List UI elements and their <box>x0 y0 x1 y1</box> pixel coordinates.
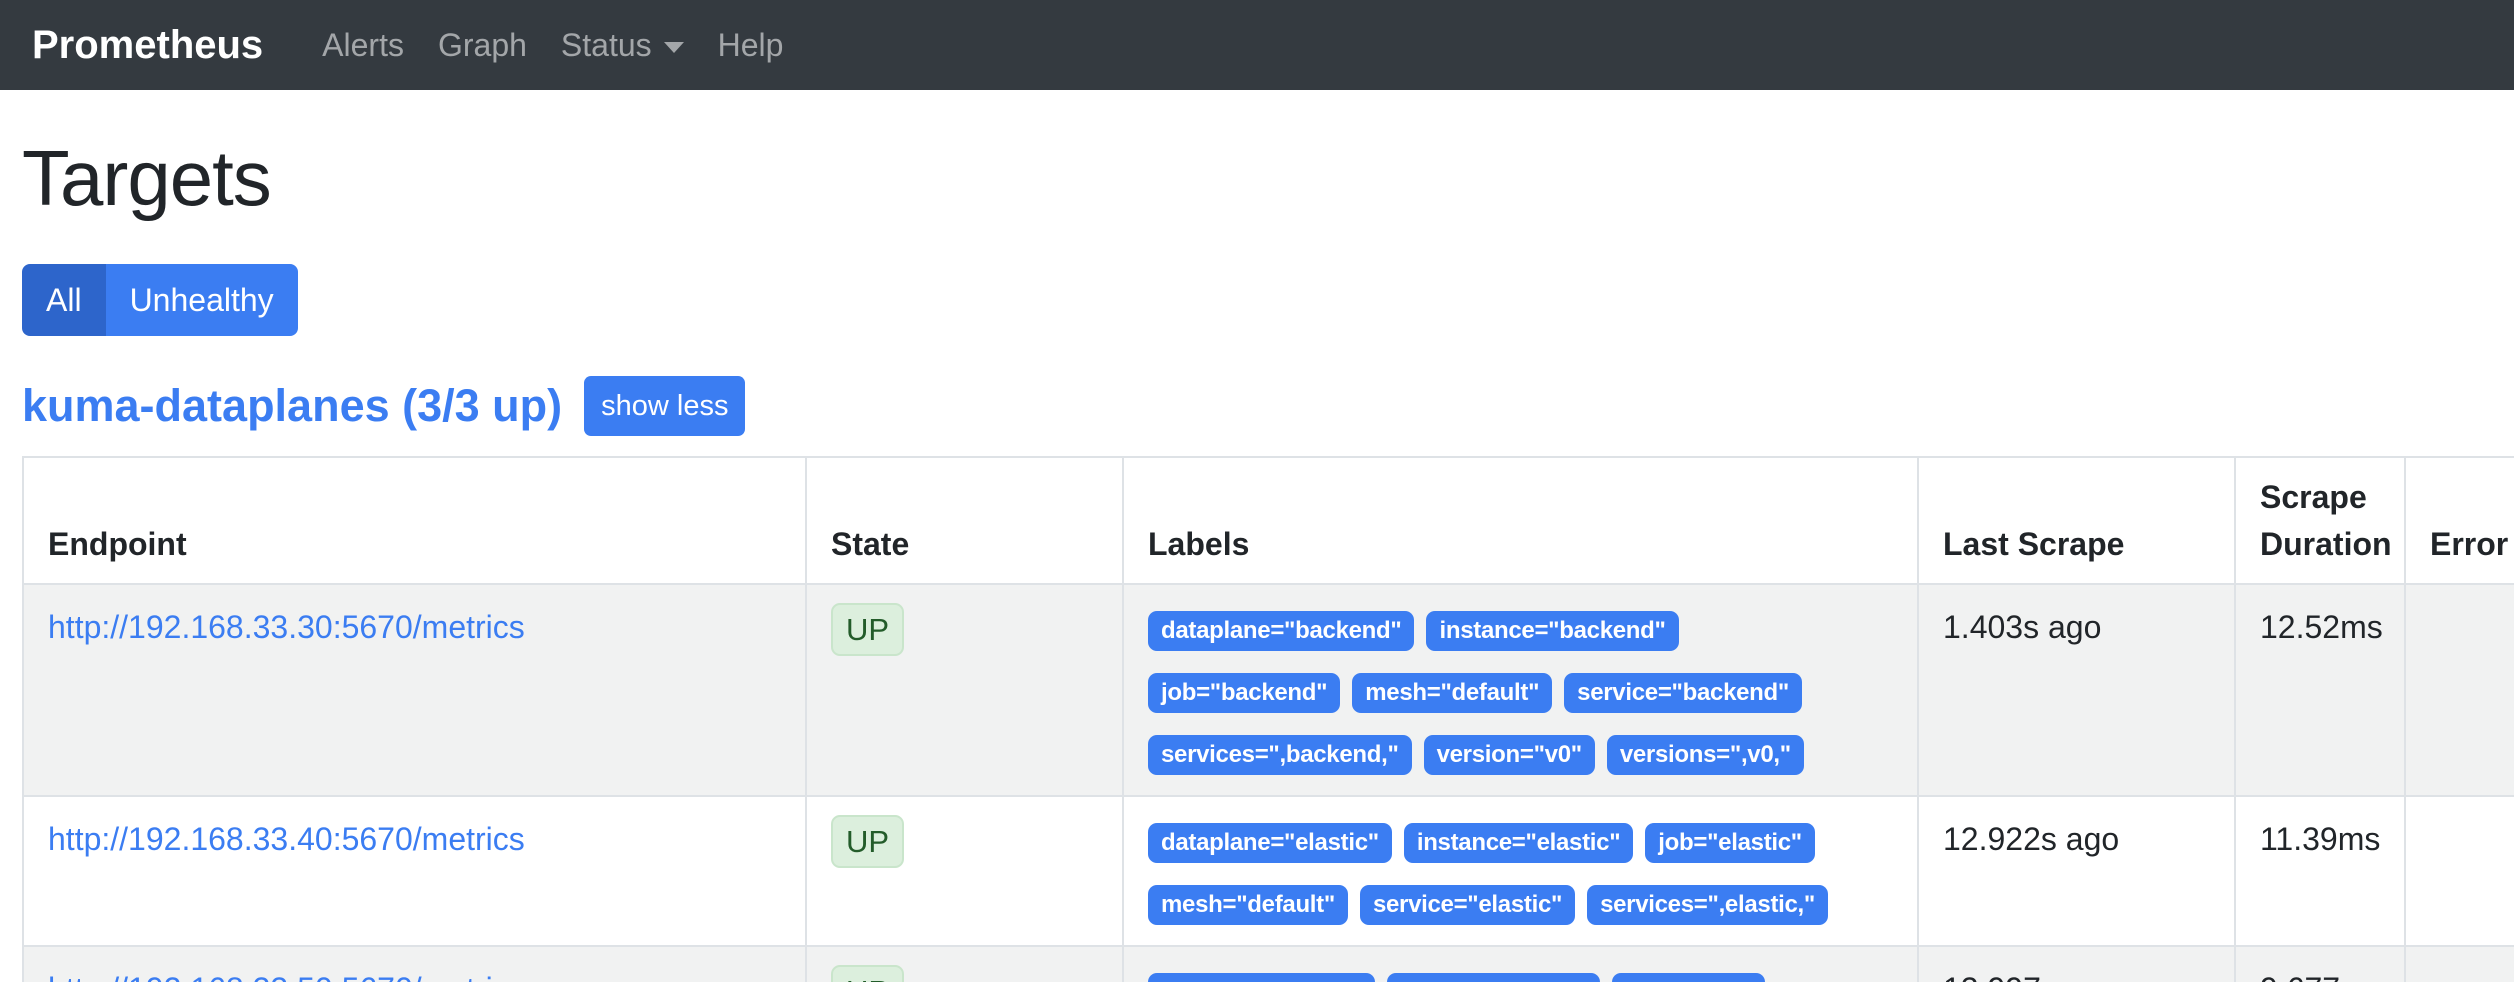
label-badge: version="v0" <box>1424 735 1595 775</box>
endpoint-link[interactable]: http://192.168.33.40:5670/metrics <box>48 821 525 857</box>
page-title: Targets <box>22 132 2514 226</box>
endpoint-cell: http://192.168.33.40:5670/metrics <box>23 796 806 946</box>
header-labels: Labels <box>1123 457 1918 584</box>
label-badge: job="redis" <box>1612 973 1765 982</box>
endpoint-cell: http://192.168.33.50:5670/metrics <box>23 946 806 982</box>
targets-table: Endpoint State Labels Last Scrape Scrape… <box>22 456 2514 982</box>
state-cell: UP <box>806 796 1123 946</box>
job-title-link[interactable]: kuma-dataplanes (3/3 up) <box>22 379 562 433</box>
error-cell <box>2405 796 2514 946</box>
job-header: kuma-dataplanes (3/3 up) show less <box>22 376 2514 437</box>
brand-link[interactable]: Prometheus <box>32 15 263 75</box>
navbar: Prometheus Alerts Graph Status Help <box>0 0 2514 90</box>
state-cell: UP <box>806 584 1123 796</box>
last-scrape-cell: 12.922s ago <box>1918 796 2235 946</box>
labels-cell: dataplane="redis" instance="redis" job="re… <box>1123 946 1918 982</box>
labels-cell: dataplane="elastic" instance="elastic" job… <box>1123 796 1918 946</box>
state-badge: UP <box>831 965 904 982</box>
filter-all-button[interactable]: All <box>22 264 106 336</box>
show-less-button[interactable]: show less <box>584 376 745 437</box>
nav-item-alerts[interactable]: Alerts <box>305 21 421 69</box>
label-badge: services=",backend," <box>1148 735 1412 775</box>
label-badge: job="elastic" <box>1645 823 1815 863</box>
table-header-row: Endpoint State Labels Last Scrape Scrape… <box>23 457 2514 584</box>
label-badge: service="backend" <box>1564 673 1802 713</box>
state-badge: UP <box>831 603 904 656</box>
nav-item-graph[interactable]: Graph <box>421 21 544 69</box>
label-badge: instance="backend" <box>1426 611 1678 651</box>
label-badge: instance="elastic" <box>1404 823 1633 863</box>
last-scrape-cell: 13.997s ago <box>1918 946 2235 982</box>
labels-cell: dataplane="backend" instance="backend" job… <box>1123 584 1918 796</box>
endpoint-link[interactable]: http://192.168.33.30:5670/metrics <box>48 609 525 645</box>
header-endpoint: Endpoint <box>23 457 806 584</box>
nav-item-help[interactable]: Help <box>701 21 801 69</box>
header-error: Error <box>2405 457 2514 584</box>
label-badge: mesh="default" <box>1148 885 1348 925</box>
state-cell: UP <box>806 946 1123 982</box>
state-badge: UP <box>831 815 904 868</box>
nav-item-status-label: Status <box>561 27 652 63</box>
navbar-nav: Alerts Graph Status Help <box>305 21 800 69</box>
label-badge: instance="redis" <box>1387 973 1600 982</box>
table-row: http://192.168.33.30:5670/metrics UP dat… <box>23 584 2514 796</box>
header-state: State <box>806 457 1123 584</box>
last-scrape-cell: 1.403s ago <box>1918 584 2235 796</box>
nav-item-status[interactable]: Status <box>544 21 701 69</box>
scrape-duration-cell: 9.677ms <box>2235 946 2405 982</box>
label-badge: dataplane="redis" <box>1148 973 1375 982</box>
label-badge: mesh="default" <box>1352 673 1552 713</box>
table-row: http://192.168.33.40:5670/metrics UP dat… <box>23 796 2514 946</box>
table-row: http://192.168.33.50:5670/metrics UP dat… <box>23 946 2514 982</box>
label-badge: service="elastic" <box>1360 885 1575 925</box>
error-cell <box>2405 584 2514 796</box>
header-last-scrape: Last Scrape <box>1918 457 2235 584</box>
filter-button-group: All Unhealthy <box>22 264 298 336</box>
targets-page: Targets All Unhealthy kuma-dataplanes (3… <box>0 90 2514 982</box>
scrape-duration-cell: 11.39ms <box>2235 796 2405 946</box>
label-badge: versions=",v0," <box>1607 735 1804 775</box>
filter-unhealthy-button[interactable]: Unhealthy <box>106 264 298 336</box>
chevron-down-icon <box>664 42 684 53</box>
header-scrape-duration: Scrape Duration <box>2235 457 2405 584</box>
label-badge: services=",elastic," <box>1587 885 1828 925</box>
label-badge: dataplane="elastic" <box>1148 823 1392 863</box>
scrape-duration-cell: 12.52ms <box>2235 584 2405 796</box>
endpoint-link[interactable]: http://192.168.33.50:5670/metrics <box>48 971 525 982</box>
endpoint-cell: http://192.168.33.30:5670/metrics <box>23 584 806 796</box>
error-cell <box>2405 946 2514 982</box>
label-badge: job="backend" <box>1148 673 1340 713</box>
label-badge: dataplane="backend" <box>1148 611 1414 651</box>
